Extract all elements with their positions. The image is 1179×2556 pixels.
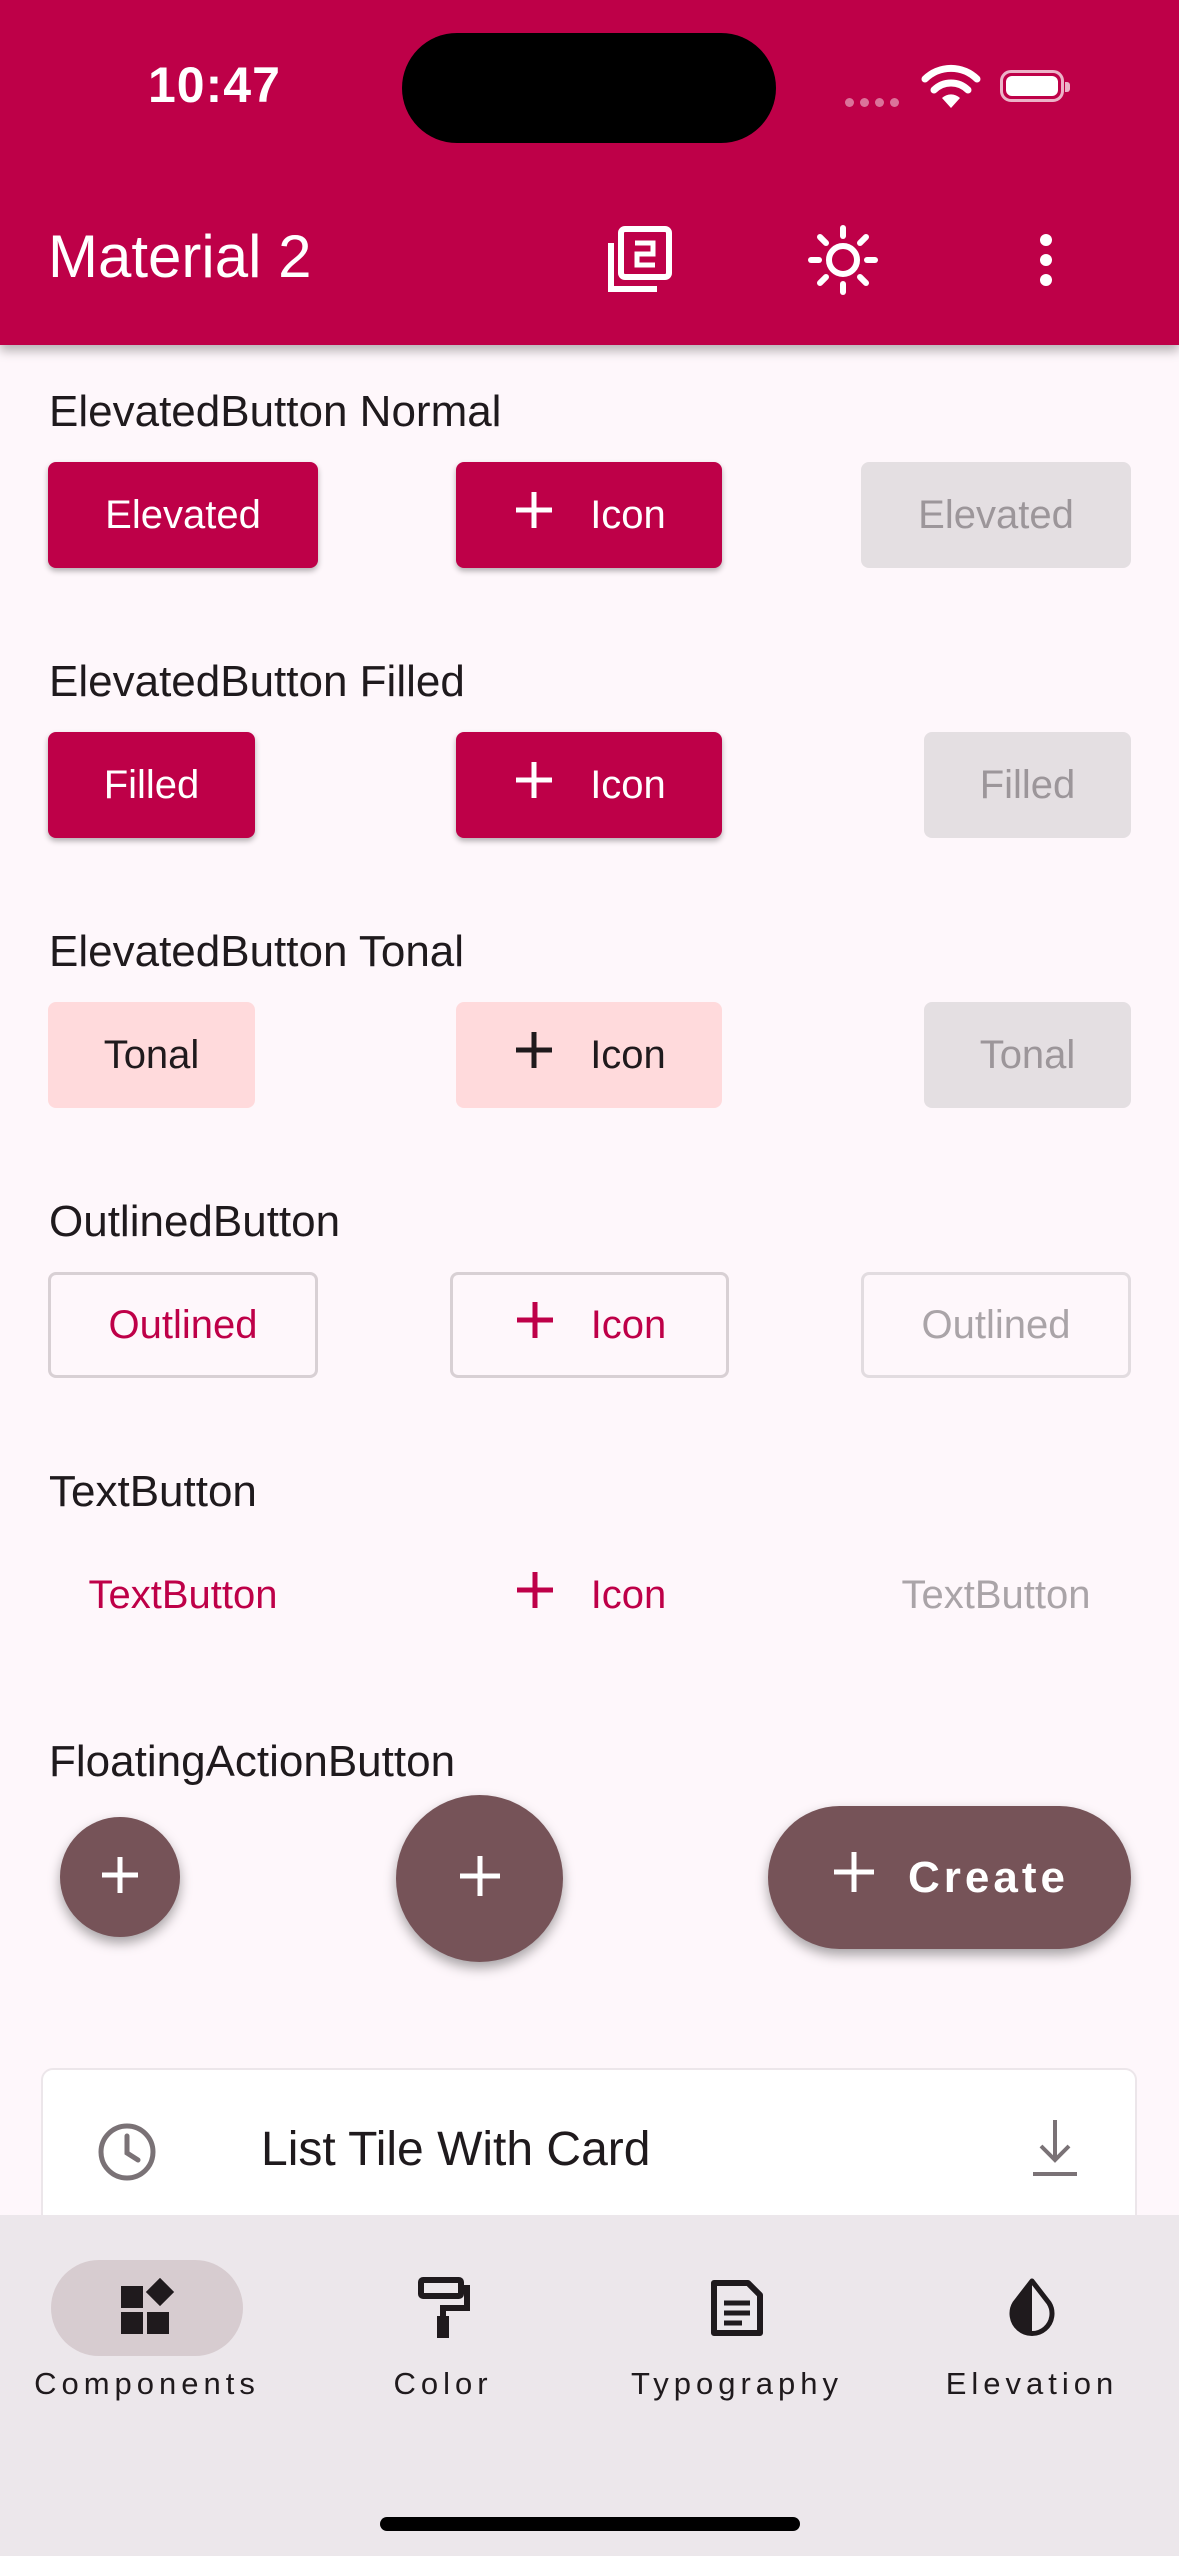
nav-item-components[interactable]: Components	[2, 2260, 292, 2402]
section-label-fab: FloatingActionButton	[49, 1737, 456, 1786]
add-icon	[512, 1028, 556, 1082]
home-indicator	[380, 2517, 800, 2531]
tonal-icon-button[interactable]: Icon	[456, 1002, 722, 1108]
widgets-icon	[51, 2260, 243, 2356]
section-label-outlined: OutlinedButton	[49, 1197, 341, 1246]
tonal-button[interactable]: Tonal	[48, 1002, 255, 1108]
add-icon	[98, 1853, 142, 1902]
outlined-disabled-label: Outlined	[921, 1302, 1071, 1347]
status-time: 10:47	[148, 57, 281, 113]
outlined-button-label: Outlined	[108, 1302, 258, 1347]
components-content[interactable]: ElevatedButton Normal Elevated Icon Elev…	[0, 345, 1179, 2215]
extended-fab-create[interactable]: Create	[768, 1806, 1131, 1949]
text-button-label: TextButton	[88, 1572, 278, 1617]
outlined-icon-button-label: Icon	[590, 1302, 667, 1347]
nav-label-components: Components	[34, 2366, 260, 2401]
nav-label-elevation: Elevation	[945, 2366, 1119, 2401]
article-icon	[641, 2260, 833, 2356]
filled-disabled-label: Filled	[979, 762, 1076, 807]
material-version-icon[interactable]	[600, 220, 680, 300]
small-fab[interactable]	[60, 1817, 180, 1937]
tonal-disabled-label: Tonal	[979, 1032, 1076, 1077]
dynamic-island	[402, 33, 776, 143]
elevated-icon-button[interactable]: Icon	[456, 462, 722, 568]
section-label-elevated-normal: ElevatedButton Normal	[49, 387, 502, 436]
wifi-icon	[920, 62, 982, 115]
list-tile-card[interactable]: List Tile With Card	[41, 2068, 1137, 2215]
outlined-button-disabled: Outlined	[861, 1272, 1131, 1378]
add-icon	[513, 1568, 557, 1622]
battery-icon	[1000, 70, 1070, 102]
filled-icon-button[interactable]: Icon	[456, 732, 722, 838]
list-tile-title: List Tile With Card	[261, 2123, 651, 2176]
nav-label-typography: Typography	[631, 2366, 843, 2401]
outlined-button[interactable]: Outlined	[48, 1272, 318, 1378]
large-fab[interactable]	[396, 1795, 563, 1962]
elevated-icon-button-label: Icon	[590, 492, 666, 537]
app-bar: 10:47 Material 2	[0, 0, 1179, 345]
elevated-button-disabled: Elevated	[861, 462, 1131, 568]
filled-icon-button-label: Icon	[590, 762, 666, 807]
text-disabled-label: TextButton	[901, 1572, 1091, 1617]
cellular-signal-icon	[845, 94, 905, 112]
format-paint-icon	[347, 2260, 539, 2356]
filled-button-label: Filled	[103, 762, 200, 807]
add-icon	[512, 758, 556, 812]
filled-button[interactable]: Filled	[48, 732, 255, 838]
filled-button-disabled: Filled	[924, 732, 1131, 838]
add-icon	[830, 1848, 878, 1907]
bottom-navigation-bar: Components Color Typography Elevation	[0, 2215, 1179, 2556]
nav-item-typography[interactable]: Typography	[592, 2260, 882, 2402]
section-label-elevated-tonal: ElevatedButton Tonal	[49, 927, 465, 976]
nav-label-color: Color	[393, 2366, 493, 2401]
add-icon	[512, 488, 556, 542]
add-icon	[456, 1852, 504, 1905]
section-label-text: TextButton	[49, 1467, 257, 1516]
brightness-icon[interactable]	[803, 220, 883, 300]
text-icon-button-label: Icon	[590, 1572, 667, 1617]
text-button[interactable]: TextButton	[48, 1542, 318, 1648]
more-vert-icon[interactable]	[1006, 220, 1086, 300]
download-icon[interactable]	[1025, 2116, 1085, 2185]
app-title: Material 2	[48, 223, 312, 290]
section-label-elevated-filled: ElevatedButton Filled	[49, 657, 465, 706]
outlined-icon-button[interactable]: Icon	[450, 1272, 729, 1378]
tonal-button-label: Tonal	[103, 1032, 200, 1077]
extended-fab-label: Create	[908, 1852, 1069, 1902]
opacity-icon	[936, 2260, 1128, 2356]
tonal-button-disabled: Tonal	[924, 1002, 1131, 1108]
elevated-button[interactable]: Elevated	[48, 462, 318, 568]
text-icon-button[interactable]: Icon	[450, 1542, 729, 1648]
clock-icon	[95, 2120, 159, 2189]
nav-item-color[interactable]: Color	[298, 2260, 588, 2402]
nav-item-elevation[interactable]: Elevation	[887, 2260, 1177, 2402]
add-icon	[513, 1298, 557, 1352]
text-button-disabled: TextButton	[861, 1542, 1131, 1648]
elevated-button-label: Elevated	[105, 492, 261, 537]
tonal-icon-button-label: Icon	[590, 1032, 666, 1077]
elevated-disabled-label: Elevated	[918, 492, 1074, 537]
